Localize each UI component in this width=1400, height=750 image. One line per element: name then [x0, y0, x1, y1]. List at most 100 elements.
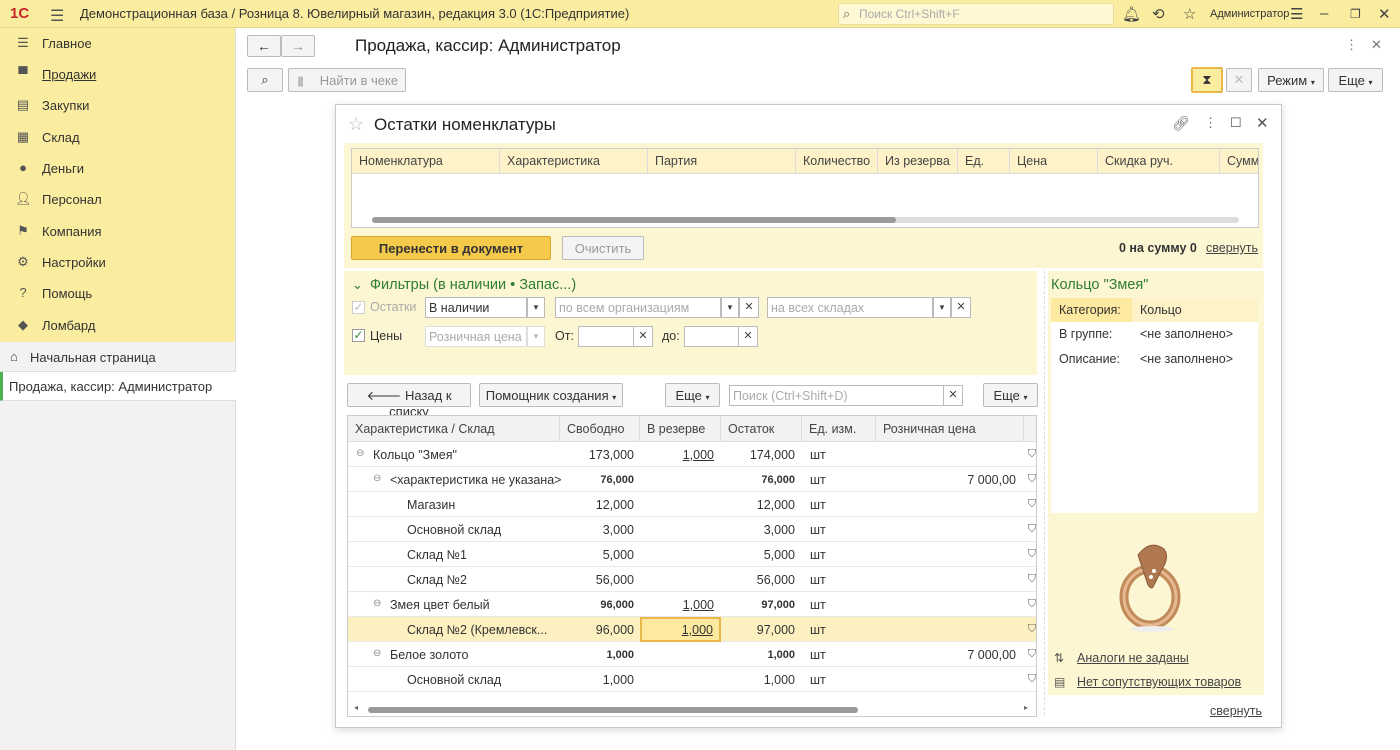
price-to-input[interactable]	[684, 326, 740, 347]
clear-organization-icon[interactable]: ✕	[739, 297, 759, 318]
clear-warehouse-icon[interactable]: ✕	[951, 297, 971, 318]
sidebar-item-settings[interactable]: ⚙ Настройки	[0, 247, 236, 277]
sidebar-item-main[interactable]: ☰ Главное	[0, 28, 236, 58]
column-header[interactable]: Номенклатура	[352, 149, 500, 174]
column-header[interactable]: Характеристика	[500, 149, 648, 174]
stock-select[interactable]: В наличии	[425, 297, 527, 318]
table-search-input[interactable]: Поиск (Ctrl+Shift+D)	[729, 385, 944, 406]
column-header[interactable]: В резерве	[640, 416, 721, 442]
table-row[interactable]: Основной склад 1,000 1,000 шт ⛉	[348, 667, 1036, 692]
table-row[interactable]: Магазин 12,000 12,000 шт ⛉	[348, 492, 1036, 517]
table-row[interactable]: ⊖ <характеристика не указана> 76,000 76,…	[348, 467, 1036, 492]
open-window-item[interactable]: Продажа, кассир: Администратор	[0, 372, 236, 401]
current-user[interactable]: Администратор	[1210, 8, 1289, 20]
horizontal-scrollbar[interactable]	[372, 217, 1239, 223]
collapse-icon[interactable]: ⊖	[373, 642, 381, 667]
column-header[interactable]: Из резерва	[878, 149, 958, 174]
sidebar-item-warehouse[interactable]: ▦ Склад	[0, 122, 236, 152]
row-reserve[interactable]: 1,000	[640, 617, 721, 642]
cancel-x-button[interactable]: ✕	[1226, 68, 1252, 92]
star-icon[interactable]: ☆	[1183, 5, 1196, 23]
sidebar-item-staff[interactable]: 👤︎ Персонал	[0, 184, 236, 214]
column-header[interactable]: Характеристика / Склад	[348, 416, 560, 442]
chevron-down-icon[interactable]: ⌄	[352, 277, 363, 293]
cart-icon[interactable]: ⛉	[1028, 448, 1036, 461]
global-search-input[interactable]: ⌕ Поиск Ctrl+Shift+F	[838, 3, 1114, 25]
cart-icon[interactable]: ⛉	[1028, 498, 1036, 511]
clear-search-icon[interactable]: ✕	[943, 385, 963, 406]
back-to-list-button[interactable]: 🡐 Назад к списку	[347, 383, 471, 419]
clear-price-to-icon[interactable]: ✕	[738, 326, 758, 347]
sidebar-item-pawnshop[interactable]: ◆ Ломбард	[0, 310, 236, 340]
selected-items-grid[interactable]: Номенклатура Характеристика Партия Колич…	[351, 148, 1259, 228]
table-more-button[interactable]: Еще ▾	[665, 383, 720, 407]
main-menu-icon[interactable]: ☰	[50, 6, 64, 26]
table-row[interactable]: Склад №2 56,000 56,000 шт ⛉	[348, 567, 1036, 592]
chevron-down-icon[interactable]: ▼	[527, 297, 545, 318]
transfer-to-document-button[interactable]: Перенести в документ	[351, 236, 551, 260]
prices-checkbox[interactable]: ✓	[352, 329, 365, 342]
creation-wizard-button[interactable]: Помощник создания ▾	[479, 383, 623, 407]
warehouse-input[interactable]: на всех складах	[767, 297, 933, 318]
forward-arrow-button[interactable]: →	[281, 35, 315, 57]
chevron-down-icon[interactable]: ▼	[721, 297, 739, 318]
cart-icon[interactable]: ⛉	[1028, 523, 1036, 536]
row-reserve[interactable]: 1,000	[640, 592, 714, 617]
close-icon[interactable]: ✕	[1378, 5, 1391, 23]
cart-icon[interactable]: ⛉	[1028, 648, 1036, 661]
table-row[interactable]: ⊖ Кольцо "Змея" 173,000 1,000 174,000 шт…	[348, 442, 1036, 467]
sidebar-item-sales[interactable]: ▀ Продажи	[0, 59, 236, 89]
column-header[interactable]: Остаток	[721, 416, 802, 442]
column-header[interactable]: Скидка руч.	[1098, 149, 1220, 174]
chevron-down-icon[interactable]: ▼	[933, 297, 951, 318]
more-button[interactable]: Еще ▾	[1328, 68, 1383, 92]
back-arrow-button[interactable]: ←	[247, 35, 281, 57]
minimize-icon[interactable]: –	[1320, 5, 1328, 22]
settings-menu-icon[interactable]: ☰	[1290, 5, 1303, 23]
collapse-icon[interactable]: ⊖	[373, 467, 381, 492]
home-page-item[interactable]: ⌂ Начальная страница	[0, 342, 236, 372]
table-more-button-2[interactable]: Еще ▾	[983, 383, 1038, 407]
bell-icon[interactable]: 🔔︎	[1122, 5, 1141, 23]
scrollbar-thumb[interactable]	[368, 707, 858, 713]
row-reserve[interactable]: 1,000	[640, 442, 714, 467]
form-close-icon[interactable]: ✕	[1371, 37, 1382, 53]
sidebar-item-money[interactable]: ● Деньги	[0, 153, 236, 183]
cart-icon[interactable]: ⛉	[1028, 673, 1036, 686]
cart-icon[interactable]: ⛉	[1028, 623, 1036, 636]
table-row[interactable]: Основной склад 3,000 3,000 шт ⛉	[348, 517, 1036, 542]
scroll-right-icon[interactable]: ▸	[1024, 703, 1028, 712]
chevron-down-icon[interactable]: ▼	[527, 326, 545, 347]
horizontal-scrollbar[interactable]	[368, 707, 858, 713]
dialog-close-icon[interactable]: ✕	[1256, 114, 1269, 132]
table-row-selected[interactable]: Склад №2 (Кремлевск... 96,000 1,000 97,0…	[348, 617, 1036, 642]
table-row[interactable]: ⊖ Белое золото 1,000 1,000 шт 7 000,00 ⛉	[348, 642, 1036, 667]
maximize-icon[interactable]: ☐	[1230, 115, 1242, 131]
sidebar-item-purchases[interactable]: ▤ Закупки	[0, 90, 236, 120]
organization-input[interactable]: по всем организациям	[555, 297, 721, 318]
column-header[interactable]: Цена	[1010, 149, 1098, 174]
stock-checkbox[interactable]: ✓	[352, 301, 365, 314]
column-header[interactable]: Количество	[796, 149, 878, 174]
column-header[interactable]: Ед. изм.	[802, 416, 876, 442]
column-header[interactable]: Партия	[648, 149, 796, 174]
scroll-left-icon[interactable]: ◂	[354, 703, 358, 712]
favorite-star-icon[interactable]: ☆	[348, 114, 364, 135]
more-vertical-icon[interactable]: ⋮	[1204, 115, 1217, 131]
find-in-receipt-button[interactable]: ▮ Найти в чеке	[288, 68, 406, 92]
analogs-link[interactable]: Аналоги не заданы	[1077, 651, 1189, 665]
filters-title[interactable]: Фильтры (в наличии • Запас...)	[370, 277, 576, 293]
scrollbar-thumb[interactable]	[372, 217, 896, 223]
price-from-input[interactable]	[578, 326, 634, 347]
sidebar-item-help[interactable]: ? Помощь	[0, 278, 236, 308]
stock-table[interactable]: Характеристика / Склад Свободно В резерв…	[347, 415, 1037, 717]
cart-icon[interactable]: ⛉	[1028, 548, 1036, 561]
table-row[interactable]: Склад №1 5,000 5,000 шт ⛉	[348, 542, 1036, 567]
column-header[interactable]: Ед.	[958, 149, 1010, 174]
more-vertical-icon[interactable]: ⋮	[1345, 37, 1358, 53]
sidebar-item-company[interactable]: ⚑ Компания	[0, 216, 236, 246]
restore-icon[interactable]: ❐	[1350, 7, 1361, 21]
history-icon[interactable]: ⟲	[1152, 5, 1165, 23]
column-header[interactable]: Розничная цена	[876, 416, 1024, 442]
mode-button[interactable]: Режим ▾	[1258, 68, 1324, 92]
